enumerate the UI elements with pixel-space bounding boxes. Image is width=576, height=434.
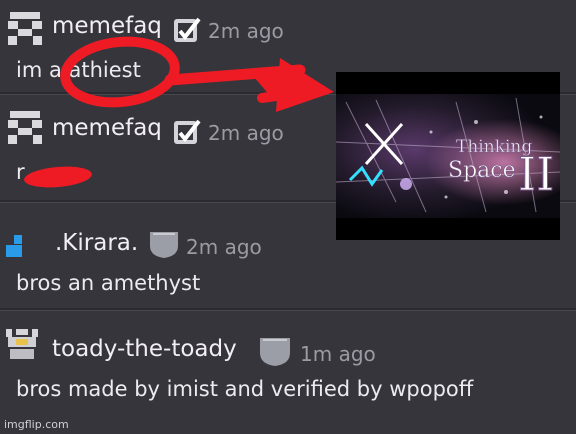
comment-timestamp: 1m ago [300,342,376,366]
shield-badge-icon [260,338,290,366]
geometry-dash-icon[interactable] [4,233,26,259]
comment-text: r [16,160,25,184]
imgflip-watermark: imgflip.com [4,418,69,431]
verified-mod-badge-icon [174,17,201,42]
comment-timestamp: 2m ago [208,19,284,43]
comment-username[interactable]: .Kirara. [55,230,138,256]
comment-timestamp: 2m ago [186,235,262,259]
verified-mod-badge-icon [174,119,201,144]
comment-username[interactable]: toady-the-toady [52,336,237,362]
shield-badge-icon [150,232,178,258]
comment-username[interactable]: memefaq [52,115,162,141]
thumbnail-title-numeral: II [518,147,554,201]
thumbnail-title-line2: Space [448,158,516,183]
comment-username[interactable]: memefaq [52,13,162,39]
comment-4: toady-the-toady 1m ago bros made by imis… [0,311,576,421]
comment-timestamp: 2m ago [208,121,284,145]
level-thumbnail-image: Thinking Space II [335,72,561,240]
pixel-avatar-icon[interactable] [6,10,44,48]
pixel-avatar-icon[interactable] [6,109,44,147]
comment-text: bros an amethyst [16,271,201,295]
pixel-avatar-icon[interactable] [4,327,40,363]
comment-text: im a athiest [16,58,141,82]
comment-text: bros made by imist and verified by wpopo… [16,377,474,401]
thinking-space-artwork: Thinking Space II [335,94,561,218]
